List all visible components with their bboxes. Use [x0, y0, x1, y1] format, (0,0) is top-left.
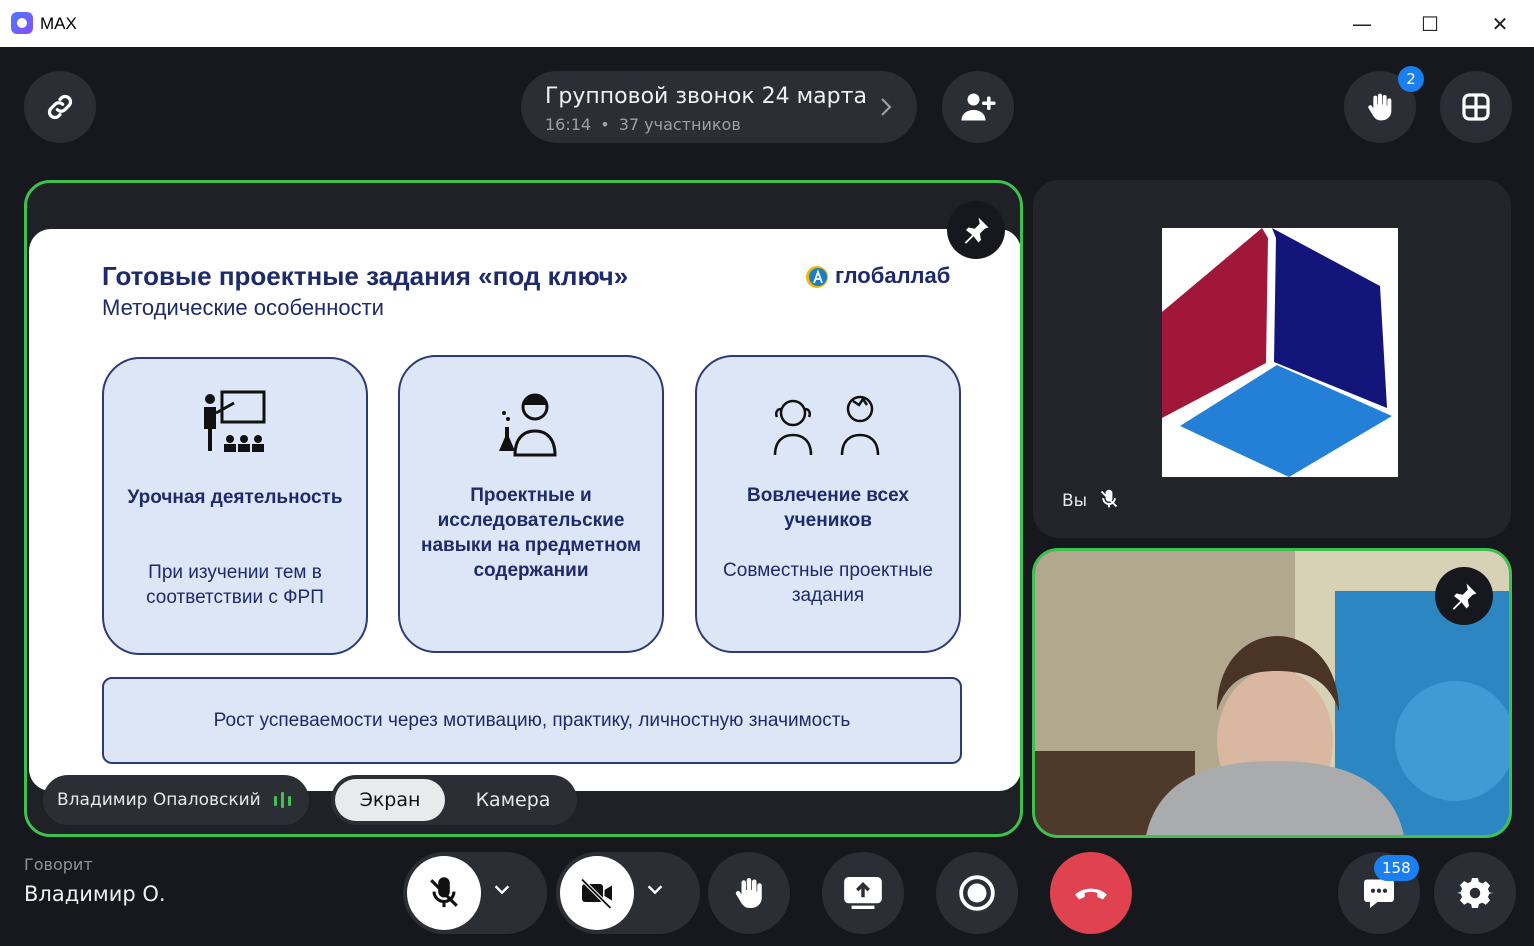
- gear-icon: [1457, 878, 1493, 908]
- camera-control: [556, 852, 700, 934]
- participant-count: 37 участников: [618, 115, 741, 134]
- self-label-text: Вы: [1062, 491, 1088, 511]
- slide-card: Урочная деятельность При изучении тем в …: [102, 357, 368, 655]
- raised-hands-badge: 2: [1398, 66, 1424, 92]
- pin-button[interactable]: [1435, 567, 1493, 625]
- teacher-icon: [204, 390, 266, 452]
- grid-icon: [1462, 93, 1490, 121]
- close-button[interactable]: ✕: [1478, 8, 1522, 40]
- maximize-button[interactable]: ☐: [1408, 8, 1452, 40]
- chevron-down-icon[interactable]: [491, 878, 513, 900]
- card-description: Совместные проектные задания: [723, 560, 933, 606]
- audio-level-icon: [274, 792, 291, 808]
- link-icon: [47, 94, 73, 120]
- slide-card: Проектные и исследовательские навыки на …: [398, 355, 664, 653]
- slide-footer-box: Рост успеваемости через мотивацию, практ…: [102, 677, 962, 764]
- pin-icon: [1452, 583, 1477, 610]
- pin-button[interactable]: [947, 201, 1005, 259]
- hand-icon: [1368, 93, 1392, 121]
- slide-card: Вовлечение всех учеников Совместные прое…: [695, 355, 961, 653]
- call-title: Групповой звонок 24 марта: [545, 84, 867, 109]
- mic-off-icon: [1100, 489, 1117, 508]
- card-title: Урочная деятельность: [127, 487, 343, 508]
- students-icon: [773, 395, 880, 456]
- end-call-button[interactable]: [1050, 852, 1132, 934]
- share-screen-button[interactable]: [822, 852, 904, 934]
- call-time: 16:14: [545, 115, 592, 134]
- self-avatar-image: [1162, 228, 1398, 477]
- card-title: Проектные и исследовательские навыки на …: [420, 485, 641, 581]
- hand-icon: [735, 878, 762, 908]
- toggle-microphone-button[interactable]: [407, 856, 481, 930]
- screen-share-icon: [844, 877, 882, 909]
- record-button[interactable]: [936, 852, 1018, 934]
- copy-link-button[interactable]: [24, 71, 96, 143]
- tab-screen[interactable]: Экран: [335, 779, 445, 821]
- slide-brand: глобаллаб: [835, 263, 951, 288]
- speaking-name: Владимир О.: [24, 882, 166, 906]
- toggle-camera-button[interactable]: [560, 856, 634, 930]
- add-participant-button[interactable]: [942, 71, 1014, 143]
- presentation-slide: Готовые проектные задания «под ключ» Мет…: [29, 229, 1020, 791]
- screen-share-tile[interactable]: Готовые проектные задания «под ключ» Мет…: [24, 180, 1023, 837]
- call-info-pill[interactable]: Групповой звонок 24 марта 16:14 • 37 уча…: [521, 71, 917, 143]
- add-user-icon: [961, 93, 996, 121]
- window-titlebar: MAX — ☐ ✕: [0, 0, 1534, 47]
- hang-up-icon: [1075, 888, 1107, 900]
- chevron-right-icon: [881, 98, 892, 116]
- globallab-logo-icon: [806, 266, 828, 288]
- meta-separator: •: [600, 115, 610, 134]
- chevron-down-icon[interactable]: [644, 878, 666, 900]
- minimize-button[interactable]: —: [1340, 8, 1384, 40]
- chat-count-badge: 158: [1374, 855, 1419, 881]
- mic-off-icon: [430, 877, 458, 908]
- scientist-icon: [499, 393, 557, 457]
- participant-camera-tile[interactable]: [1032, 548, 1512, 838]
- settings-button[interactable]: [1434, 852, 1516, 934]
- call-meta: 16:14 • 37 участников: [545, 115, 741, 134]
- self-label: Вы: [1062, 489, 1119, 511]
- layout-grid-button[interactable]: [1440, 71, 1512, 143]
- self-video-tile[interactable]: Вы: [1033, 180, 1511, 538]
- view-toggle: Экран Камера: [331, 775, 577, 825]
- raise-hand-button[interactable]: [708, 852, 790, 934]
- presenter-name: Владимир Опаловский: [57, 790, 261, 810]
- window-title: MAX: [40, 14, 77, 33]
- slide-title: Готовые проектные задания «под ключ»: [102, 261, 629, 291]
- camera-off-icon: [580, 878, 612, 910]
- cube-logo-icon: [1162, 228, 1392, 477]
- card-title: Вовлечение всех учеников: [747, 485, 909, 531]
- tab-camera[interactable]: Камера: [455, 779, 571, 821]
- app-logo-icon: [11, 12, 33, 34]
- speaking-label: Говорит: [24, 855, 93, 874]
- pin-icon: [964, 217, 989, 244]
- card-description: При изучении тем в соответствии с ФРП: [146, 562, 324, 608]
- slide-subtitle: Методические особенности: [102, 295, 384, 320]
- presenter-name-pill: Владимир Опаловский: [43, 775, 309, 825]
- microphone-control: [403, 852, 547, 934]
- record-icon: [959, 875, 995, 911]
